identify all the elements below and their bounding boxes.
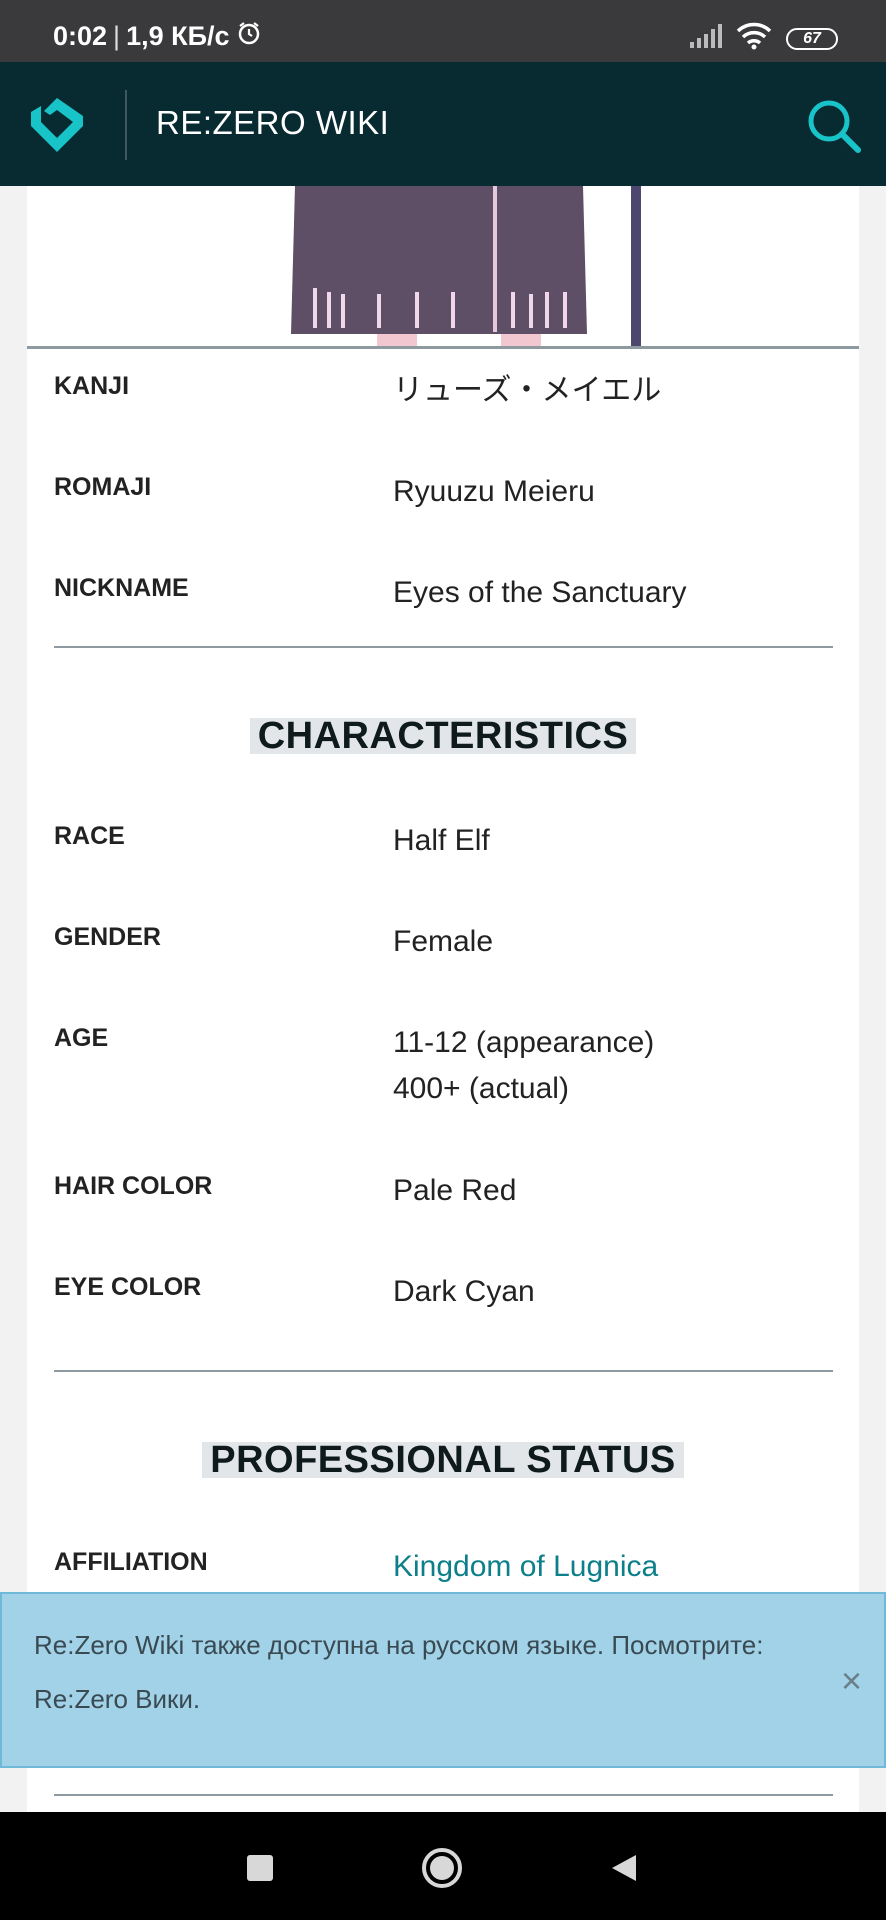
- language-notification-banner: Re:Zero Wiki также доступна на русском я…: [0, 1592, 886, 1768]
- home-button[interactable]: [421, 1847, 463, 1894]
- race-label: RACE: [54, 822, 125, 850]
- eye-color-value: Dark Cyan: [393, 1275, 535, 1308]
- nickname-value: Eyes of the Sanctuary: [393, 576, 687, 609]
- affiliation-value: Kingdom of Lugnica: [393, 1544, 658, 1590]
- search-icon[interactable]: [804, 96, 862, 154]
- battery-icon: 67: [786, 27, 838, 50]
- hair-color-label: HAIR COLOR: [54, 1172, 213, 1200]
- back-button[interactable]: [610, 1853, 638, 1888]
- section-divider: [54, 1370, 833, 1372]
- wiki-title[interactable]: RE:ZERO WIKI: [156, 104, 389, 142]
- romaji-value: Ryuuzu Meieru: [393, 475, 595, 508]
- gender-label: GENDER: [54, 923, 161, 951]
- status-right: 67: [690, 22, 838, 55]
- romaji-label: ROMAJI: [54, 473, 152, 501]
- age-label: AGE: [54, 1024, 109, 1052]
- status-left: 0:02 | 1,9 КБ/с: [53, 20, 262, 53]
- fandom-logo-icon[interactable]: [24, 92, 90, 158]
- clock: 0:02: [53, 21, 108, 51]
- close-icon[interactable]: ×: [841, 1660, 862, 1702]
- status-bar: 0:02 | 1,9 КБ/с 67: [0, 0, 886, 62]
- network-speed: 1,9 КБ/с: [126, 21, 230, 51]
- app-bar: RE:ZERO WIKI: [0, 62, 886, 186]
- kanji-value: リューズ・メイエル: [393, 374, 662, 407]
- hair-color-value: Pale Red: [393, 1174, 517, 1207]
- age-value: 11-12 (appearance): [393, 1026, 655, 1059]
- race-value: Half Elf: [393, 824, 490, 857]
- characteristics-heading: CHARACTERISTICS: [27, 717, 859, 755]
- recent-apps-button[interactable]: [247, 1855, 273, 1886]
- affiliation-label: AFFILIATION: [54, 1548, 208, 1576]
- character-image[interactable]: [27, 186, 859, 346]
- professional-status-heading: PROFESSIONAL STATUS: [27, 1441, 859, 1479]
- age-value-actual: 400+ (actual): [393, 1072, 569, 1105]
- affiliation-link[interactable]: Kingdom of Lugnica: [393, 1550, 658, 1583]
- banner-message[interactable]: Re:Zero Wiki также доступна на русском я…: [34, 1618, 824, 1726]
- infobox: KANJI リューズ・メイエル ROMAJI Ryuuzu Meieru NIC…: [27, 186, 859, 1816]
- section-divider: [54, 646, 833, 648]
- nickname-label: NICKNAME: [54, 574, 189, 602]
- wifi-icon: [736, 22, 772, 55]
- system-navigation-bar: [0, 1812, 886, 1920]
- alarm-icon: [236, 20, 262, 53]
- image-divider: [27, 346, 859, 349]
- gender-value: Female: [393, 925, 494, 958]
- eye-color-label: EYE COLOR: [54, 1273, 202, 1301]
- section-divider: [54, 1794, 833, 1796]
- header-divider: [125, 90, 127, 160]
- kanji-label: KANJI: [54, 372, 130, 400]
- signal-icon: [690, 24, 722, 53]
